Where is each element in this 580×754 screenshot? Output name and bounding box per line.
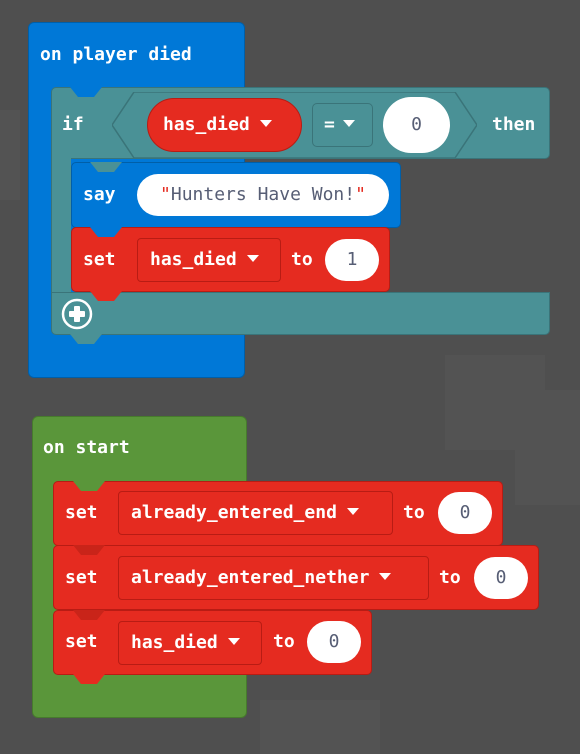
event-label: on player died	[40, 44, 192, 65]
set-label: set	[65, 631, 98, 652]
variable-dropdown[interactable]: has_died	[118, 621, 262, 665]
on-start-label: on start	[43, 437, 130, 458]
variable-name: already_entered_end	[131, 502, 337, 523]
say-text-input[interactable]: "Hunters Have Won!"	[137, 174, 389, 216]
dropdown-arrow-icon[interactable]	[342, 119, 355, 127]
variable-name: has_died	[150, 249, 237, 270]
set-label: set	[65, 502, 98, 523]
set-value-input[interactable]: 0	[307, 621, 361, 663]
say-label: say	[83, 184, 116, 205]
dropdown-arrow-icon[interactable]	[346, 507, 359, 515]
set-label: set	[65, 567, 98, 588]
operator-value: =	[324, 114, 335, 135]
quote-close: "	[355, 184, 366, 205]
operator-dropdown-label[interactable]: =	[324, 115, 355, 135]
set-value-input[interactable]: 0	[474, 557, 528, 599]
has-died-reporter-label[interactable]: has_died	[163, 115, 272, 135]
then-label: then	[492, 114, 536, 135]
workspace-tile	[260, 700, 380, 754]
dropdown-arrow-icon[interactable]	[246, 254, 259, 262]
quote-open: "	[160, 184, 171, 205]
variable-dropdown[interactable]: has_died	[137, 238, 281, 282]
if-block-left-rail	[51, 150, 71, 300]
variable-name: has_died	[131, 632, 218, 653]
variable-dropdown[interactable]: already_entered_end	[118, 491, 393, 535]
workspace-tile	[0, 110, 20, 200]
to-label: to	[439, 567, 461, 588]
to-label: to	[403, 502, 425, 523]
workspace-tile	[515, 390, 580, 505]
plus-circle-icon[interactable]	[61, 298, 93, 330]
set-label: set	[83, 249, 116, 270]
if-label: if	[62, 114, 84, 135]
to-label: to	[273, 631, 295, 652]
set-value-input[interactable]: 1	[325, 239, 379, 281]
if-block-footer[interactable]	[51, 292, 550, 335]
dropdown-arrow-icon[interactable]	[227, 637, 240, 645]
variable-name: has_died	[163, 114, 250, 135]
compare-value-input[interactable]: 0	[383, 97, 450, 153]
say-text: Hunters Have Won!	[170, 184, 356, 205]
dropdown-arrow-icon[interactable]	[259, 119, 272, 127]
dropdown-arrow-icon[interactable]	[379, 572, 392, 580]
variable-name: already_entered_nether	[131, 567, 370, 588]
variable-dropdown[interactable]: already_entered_nether	[118, 556, 429, 600]
to-label: to	[291, 249, 313, 270]
set-value-input[interactable]: 0	[438, 492, 492, 534]
